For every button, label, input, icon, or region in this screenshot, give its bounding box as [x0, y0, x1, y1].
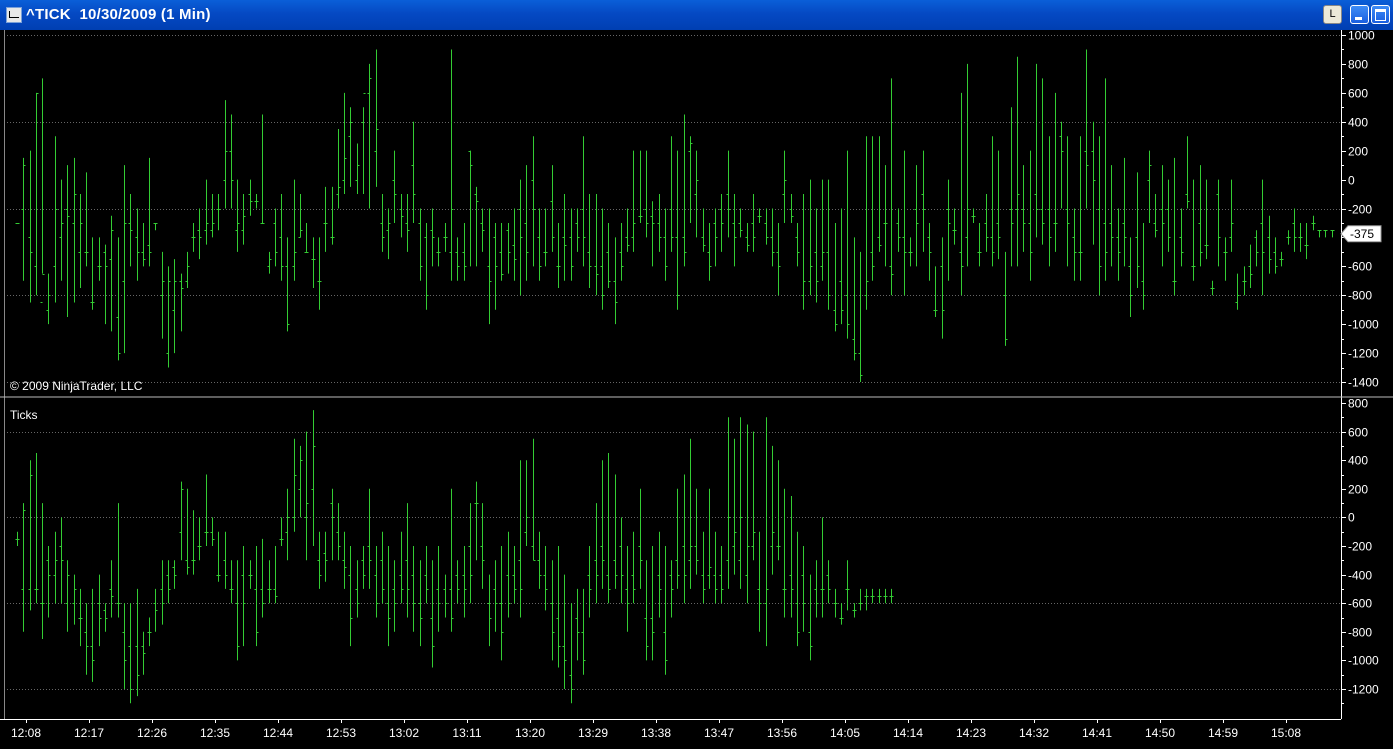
- y-tick-label: -1000: [1348, 318, 1379, 332]
- maximize-button[interactable]: [1371, 5, 1390, 24]
- x-tick-label: 12:44: [263, 726, 293, 740]
- indicator-panel-label: Ticks: [10, 408, 38, 422]
- y-tick-label: -200: [1348, 540, 1372, 554]
- y-tick-label: -600: [1348, 260, 1372, 274]
- y-tick-label: -600: [1348, 597, 1372, 611]
- y-tick-label: 1000: [1348, 30, 1375, 43]
- x-tick-label: 13:38: [641, 726, 671, 740]
- y-tick-label: 0: [1348, 511, 1355, 525]
- y-tick-label: -1200: [1348, 683, 1379, 697]
- y-tick-label: 0: [1348, 174, 1355, 188]
- x-tick-label: 13:56: [767, 726, 797, 740]
- window-title: ^TICK 10/30/2009 (1 Min): [26, 6, 211, 23]
- y-tick-label: -800: [1348, 289, 1372, 303]
- title-bar[interactable]: ^TICK 10/30/2009 (1 Min) L: [0, 0, 1393, 30]
- x-tick-label: 13:47: [704, 726, 734, 740]
- last-value-marker: -375: [1340, 225, 1382, 243]
- y-tick-label: 600: [1348, 426, 1368, 440]
- y-tick-label: -400: [1348, 569, 1372, 583]
- y-tick-label: -1200: [1348, 347, 1379, 361]
- minimize-button[interactable]: [1350, 5, 1369, 24]
- y-tick-label: 200: [1348, 483, 1368, 497]
- y-tick-label: 800: [1348, 58, 1368, 72]
- x-tick-label: 12:08: [11, 726, 41, 740]
- copyright-watermark: © 2009 NinjaTrader, LLC: [10, 379, 143, 393]
- y-tick-label: 400: [1348, 454, 1368, 468]
- x-tick-label: 14:23: [956, 726, 986, 740]
- y-tick-label: 600: [1348, 87, 1368, 101]
- x-tick-label: 14:59: [1208, 726, 1238, 740]
- y-tick-label: 200: [1348, 145, 1368, 159]
- last-value-label: -375: [1350, 227, 1374, 241]
- ohlc-bar[interactable]: [15, 223, 20, 224]
- x-tick-label: 13:11: [452, 726, 481, 740]
- x-tick-label: 14:32: [1019, 726, 1049, 740]
- chart-area[interactable]: 1000 800 600 400 200 0 -200 -400 -600 -800 -1000 -1…: [0, 30, 1393, 749]
- x-tick-label: 12:35: [200, 726, 230, 740]
- x-tick-label: 14:41: [1082, 726, 1112, 740]
- chart-background: [0, 30, 1393, 749]
- x-tick-label: 13:29: [578, 726, 608, 740]
- y-tick-label: -200: [1348, 203, 1372, 217]
- y-tick-label: 800: [1348, 397, 1368, 411]
- x-tick-label: 14:05: [830, 726, 860, 740]
- y-tick-label: 400: [1348, 116, 1368, 130]
- y-tick-label: -1400: [1348, 376, 1379, 390]
- x-tick-label: 12:17: [74, 726, 104, 740]
- x-tick-label: 13:02: [389, 726, 419, 740]
- x-tick-label: 14:50: [1145, 726, 1175, 740]
- y-tick-label: -1000: [1348, 654, 1379, 668]
- x-tick-label: 14:14: [893, 726, 923, 740]
- y-tick-label: -800: [1348, 626, 1372, 640]
- chart-window: ^TICK 10/30/2009 (1 Min) L 1000 800 600 400…: [0, 0, 1393, 749]
- link-button[interactable]: L: [1323, 5, 1342, 24]
- x-tick-label: 13:20: [515, 726, 545, 740]
- x-tick-label: 12:26: [137, 726, 167, 740]
- x-tick-label: 15:08: [1271, 726, 1301, 740]
- chart-app-icon[interactable]: [6, 7, 22, 23]
- x-tick-label: 12:53: [326, 726, 356, 740]
